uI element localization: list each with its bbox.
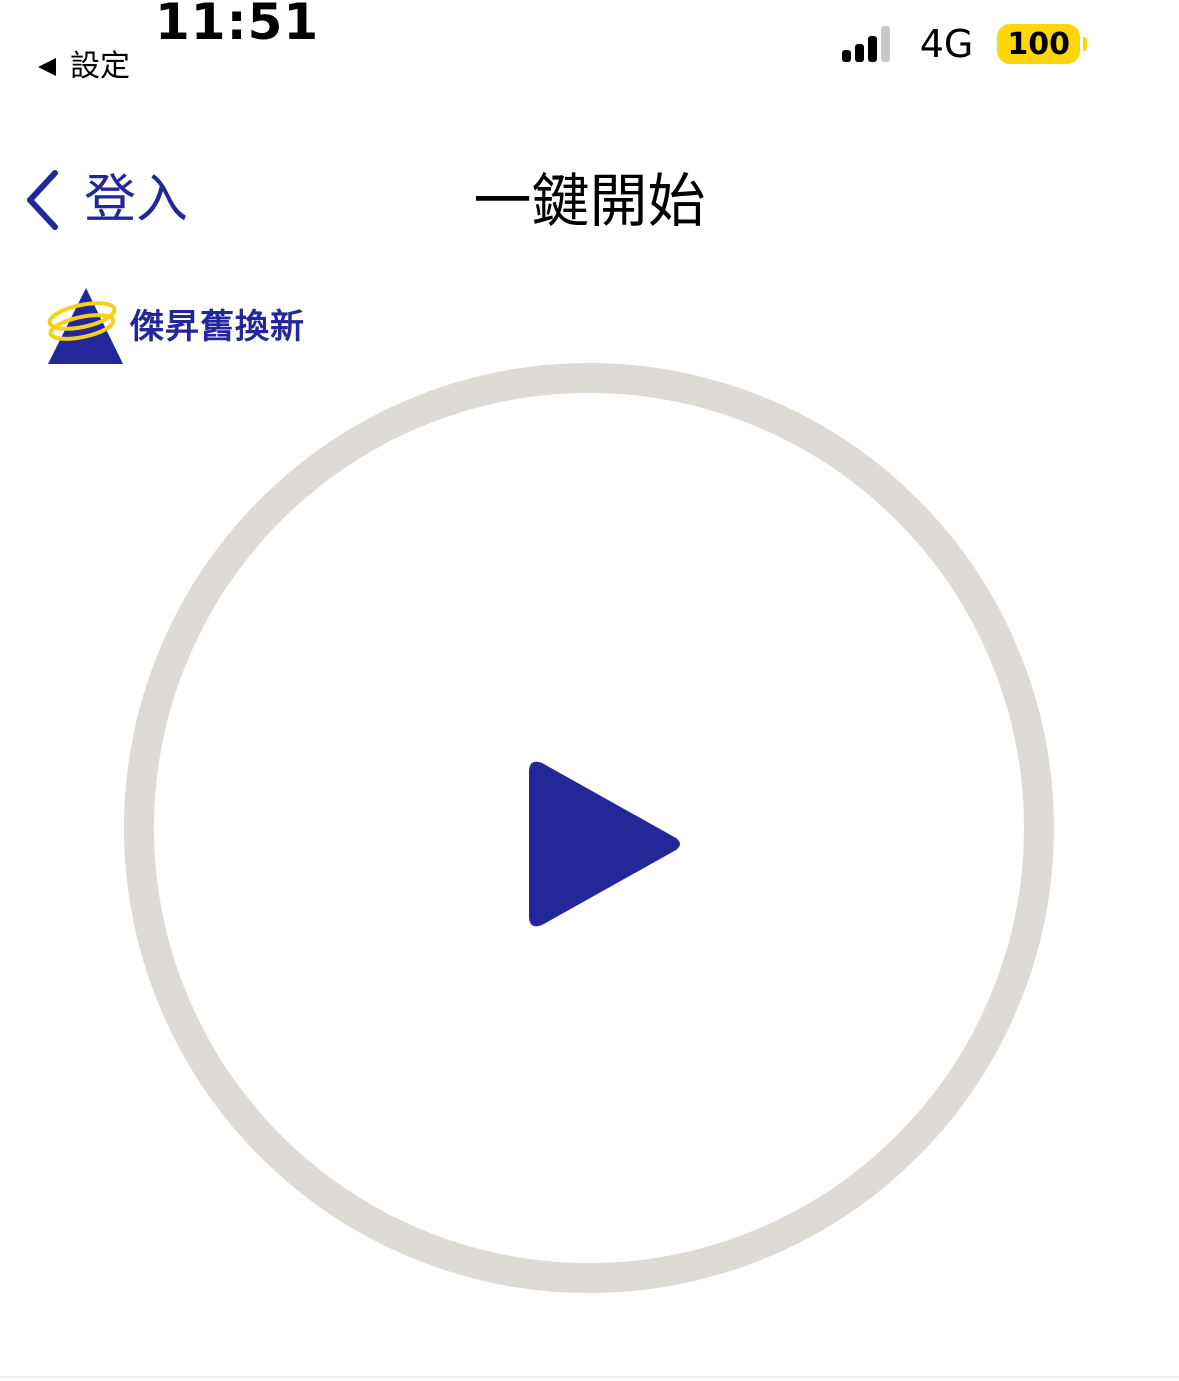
status-back-to-settings[interactable]: 設定 xyxy=(38,48,130,86)
back-triangle-icon xyxy=(38,58,56,76)
triangle-halo-logo-icon xyxy=(47,288,123,364)
battery-level: 100 xyxy=(997,24,1080,64)
status-back-label: 設定 xyxy=(70,49,130,84)
brand-logo: 傑昇舊換新 xyxy=(46,286,305,366)
network-type: 4G xyxy=(919,22,974,66)
battery-icon: 100 xyxy=(997,24,1087,64)
cellular-signal-icon xyxy=(838,26,890,62)
status-indicators: 4G 100 xyxy=(838,22,1087,66)
page-title: 一鍵開始 xyxy=(473,167,706,235)
brand-name: 傑昇舊換新 xyxy=(130,306,305,347)
play-icon[interactable] xyxy=(526,758,686,932)
status-time: 11:51 xyxy=(155,0,320,51)
bottom-divider xyxy=(0,1376,1179,1378)
